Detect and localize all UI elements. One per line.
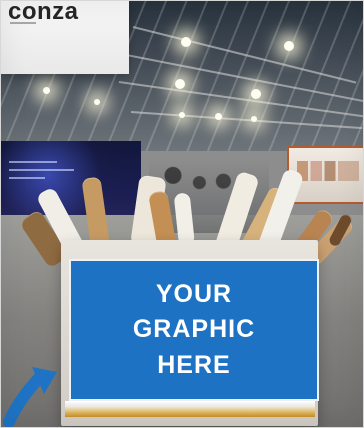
ceiling-light xyxy=(175,79,185,89)
ceiling-light xyxy=(251,116,257,122)
display-text-line xyxy=(9,161,57,163)
ceiling-light xyxy=(43,87,50,94)
ceiling-light xyxy=(215,113,222,120)
graphic-line-2: GRAPHIC xyxy=(132,315,256,344)
graphic-line-1: YOUR xyxy=(155,279,233,308)
ceiling-light xyxy=(284,41,294,51)
display-text-line xyxy=(9,177,45,179)
photo-frame: conza YOUR GRAPHIC HERE xyxy=(0,0,364,428)
ceiling-light xyxy=(251,89,261,99)
display-text-line xyxy=(9,169,74,171)
ceiling-light xyxy=(181,37,191,47)
graphic-line-3: HERE xyxy=(157,350,231,379)
ceiling-light xyxy=(179,112,185,118)
ceiling-light xyxy=(94,99,100,105)
overhead-banner: conza xyxy=(1,1,129,74)
graphic-text-block: YOUR GRAPHIC HERE xyxy=(133,277,255,384)
graphic-placeholder-card: YOUR GRAPHIC HERE xyxy=(69,259,319,401)
arrow-icon xyxy=(1,359,63,427)
bin-rail xyxy=(65,401,315,417)
expo-photo: conza YOUR GRAPHIC HERE xyxy=(1,1,363,427)
banner-subline xyxy=(10,22,36,24)
